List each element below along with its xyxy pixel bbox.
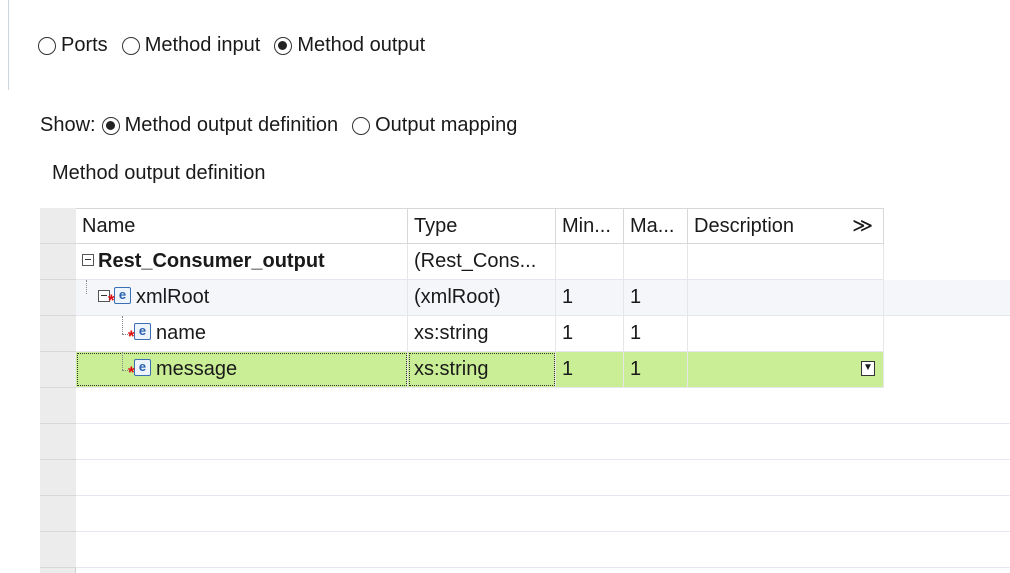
radio-method-output-definition[interactable]: Method output definition bbox=[101, 114, 339, 137]
column-header-description[interactable]: Description ≫ bbox=[688, 209, 884, 243]
column-header-max[interactable]: Ma... bbox=[624, 209, 688, 243]
row-selector[interactable] bbox=[40, 496, 76, 532]
radio-ports[interactable]: Ports bbox=[38, 34, 108, 57]
radio-method-output-definition-label: Method output definition bbox=[124, 114, 339, 136]
output-definition-grid: Name Type Min... Ma... Description ≫ Res… bbox=[40, 208, 1010, 573]
cell-max: 1 bbox=[624, 352, 688, 387]
required-marker-icon: * bbox=[128, 363, 135, 383]
radio-output-mapping[interactable]: Output mapping bbox=[352, 114, 517, 137]
table-row-empty[interactable] bbox=[76, 532, 1010, 568]
element-icon-letter: e bbox=[138, 359, 147, 375]
radio-method-input-circle[interactable] bbox=[121, 36, 140, 55]
row-selector[interactable] bbox=[40, 388, 76, 424]
cell-type: (xmlRoot) bbox=[408, 280, 556, 315]
radio-output-mapping-circle[interactable] bbox=[352, 116, 371, 135]
row-name-text: xmlRoot bbox=[136, 286, 210, 308]
table-row-empty[interactable] bbox=[76, 424, 1010, 460]
row-name-text: message bbox=[156, 358, 238, 380]
cell-description[interactable] bbox=[688, 244, 884, 279]
cell-description[interactable] bbox=[688, 316, 884, 351]
required-marker-icon: * bbox=[108, 291, 115, 311]
radio-method-output[interactable]: Method output bbox=[274, 34, 425, 57]
show-label: Show: bbox=[40, 114, 96, 136]
cell-name: e * xmlRoot bbox=[76, 280, 408, 315]
table-row-empty[interactable] bbox=[76, 460, 1010, 496]
element-icon: e * bbox=[128, 359, 151, 381]
column-header-type[interactable]: Type bbox=[408, 209, 556, 243]
radio-method-input[interactable]: Method input bbox=[121, 34, 261, 57]
element-icon: e * bbox=[128, 323, 151, 345]
panel-left-border bbox=[8, 0, 9, 90]
row-selector[interactable] bbox=[40, 532, 76, 568]
table-row-empty[interactable] bbox=[76, 388, 1010, 424]
radio-method-output-circle[interactable] bbox=[274, 36, 293, 55]
element-icon: e * bbox=[108, 287, 131, 309]
column-header-description-label: Description bbox=[694, 215, 795, 237]
expand-columns-icon[interactable]: ≫ bbox=[852, 209, 873, 243]
row-selector[interactable] bbox=[40, 316, 76, 352]
table-row[interactable]: e * name xs:string 1 1 bbox=[76, 316, 884, 352]
cell-description[interactable] bbox=[688, 280, 884, 315]
column-header-min[interactable]: Min... bbox=[556, 209, 624, 243]
row-name-text: Rest_Consumer_output bbox=[98, 250, 325, 272]
row-selector[interactable] bbox=[40, 460, 76, 496]
row-selector[interactable] bbox=[40, 352, 76, 388]
collapse-icon[interactable] bbox=[82, 253, 94, 266]
description-editor-dropdown-icon[interactable]: ▼ bbox=[861, 361, 875, 376]
tree-connector bbox=[86, 280, 87, 294]
radio-ports-circle[interactable] bbox=[38, 36, 56, 55]
cell-type: xs:string bbox=[408, 316, 556, 351]
row-selector[interactable] bbox=[40, 244, 76, 280]
cell-min: 1 bbox=[556, 316, 624, 351]
table-row-empty[interactable] bbox=[76, 496, 1010, 532]
row-selector[interactable] bbox=[40, 280, 76, 316]
cell-name: Rest_Consumer_output bbox=[76, 244, 408, 279]
cell-min: 1 bbox=[556, 352, 624, 387]
cell-name: e * name bbox=[76, 316, 408, 351]
required-marker-icon: * bbox=[128, 327, 135, 347]
view-mode-radio-group: Ports Method input Method output bbox=[38, 34, 439, 57]
table-row[interactable]: e * xmlRoot (xmlRoot) 1 1 bbox=[76, 280, 1010, 316]
section-title: Method output definition bbox=[52, 162, 266, 184]
cell-max: 1 bbox=[624, 280, 688, 315]
tree-connector bbox=[122, 316, 123, 334]
column-header-name[interactable]: Name bbox=[76, 209, 408, 243]
cell-min bbox=[556, 244, 624, 279]
cell-name: e * message bbox=[76, 352, 408, 387]
table-row-selected[interactable]: e * message xs:string 1 1 ▼ bbox=[76, 352, 884, 388]
cell-type: (Rest_Cons... bbox=[408, 244, 556, 279]
radio-method-output-label: Method output bbox=[297, 34, 426, 56]
cell-min: 1 bbox=[556, 280, 624, 315]
radio-output-mapping-label: Output mapping bbox=[375, 114, 518, 136]
cell-type: xs:string bbox=[408, 352, 556, 387]
radio-method-output-definition-circle[interactable] bbox=[101, 116, 120, 135]
gutter-corner[interactable] bbox=[40, 208, 76, 244]
table-header: Name Type Min... Ma... Description ≫ bbox=[76, 208, 884, 244]
row-selector[interactable] bbox=[40, 424, 76, 460]
show-radio-group: Show: Method output definition Output ma… bbox=[40, 114, 531, 137]
tree-connector bbox=[122, 352, 123, 370]
cell-max bbox=[624, 244, 688, 279]
cell-description[interactable]: ▼ bbox=[688, 352, 884, 387]
row-header-gutter bbox=[40, 208, 76, 573]
cell-max: 1 bbox=[624, 316, 688, 351]
table-row[interactable]: Rest_Consumer_output (Rest_Cons... bbox=[76, 244, 884, 280]
element-icon-letter: e bbox=[138, 323, 147, 339]
row-name-text: name bbox=[156, 322, 207, 344]
element-icon-letter: e bbox=[118, 287, 127, 303]
radio-method-input-label: Method input bbox=[144, 34, 261, 56]
radio-ports-label: Ports bbox=[61, 34, 108, 56]
